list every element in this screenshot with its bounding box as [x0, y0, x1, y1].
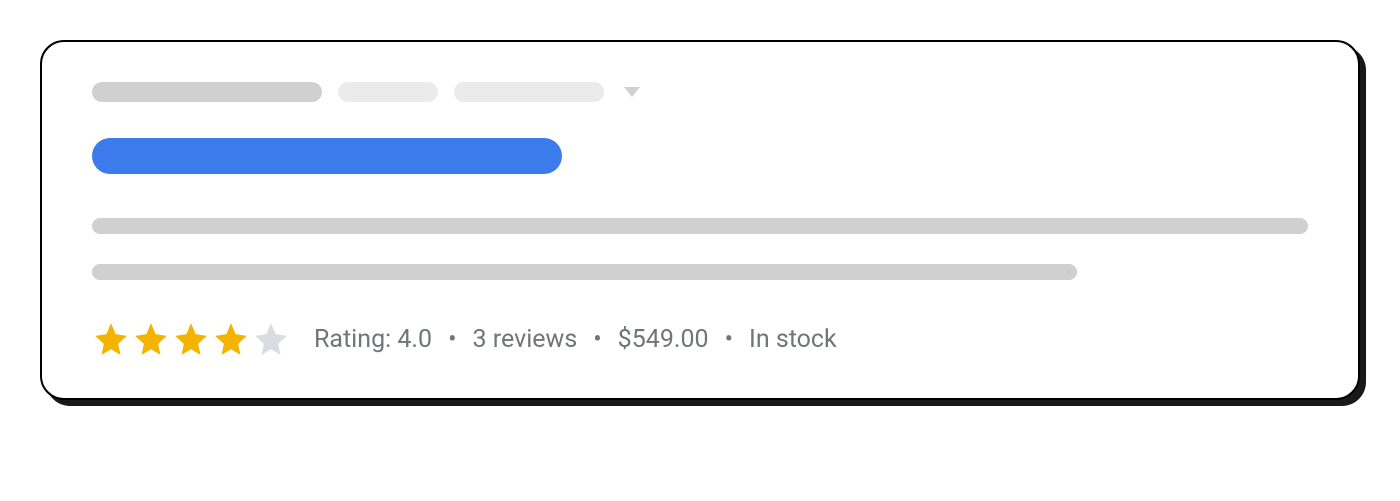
star-icon: [132, 320, 170, 358]
description-placeholder-1: [92, 218, 1308, 234]
description-placeholder-2: [92, 264, 1077, 280]
search-result-card: Rating: 4.0 • 3 reviews • $549.00 • In s…: [40, 40, 1360, 400]
separator: •: [725, 325, 733, 354]
rating-label: Rating: 4.0: [314, 325, 432, 354]
star-icon: [252, 320, 290, 358]
star-icon: [212, 320, 250, 358]
title-placeholder[interactable]: [92, 138, 562, 174]
reviews-count[interactable]: 3 reviews: [473, 325, 578, 354]
breadcrumb-placeholder-3: [454, 82, 604, 102]
star-rating: [92, 320, 290, 358]
separator: •: [593, 325, 601, 354]
chevron-down-icon[interactable]: [624, 87, 640, 97]
price-label: $549.00: [618, 325, 709, 354]
star-icon: [172, 320, 210, 358]
breadcrumb-placeholder-1: [92, 82, 322, 102]
star-icon: [92, 320, 130, 358]
stock-status: In stock: [749, 325, 837, 354]
separator: •: [448, 325, 456, 354]
rating-row: Rating: 4.0 • 3 reviews • $549.00 • In s…: [92, 320, 1308, 358]
breadcrumb-row: [92, 82, 1308, 102]
breadcrumb-placeholder-2: [338, 82, 438, 102]
